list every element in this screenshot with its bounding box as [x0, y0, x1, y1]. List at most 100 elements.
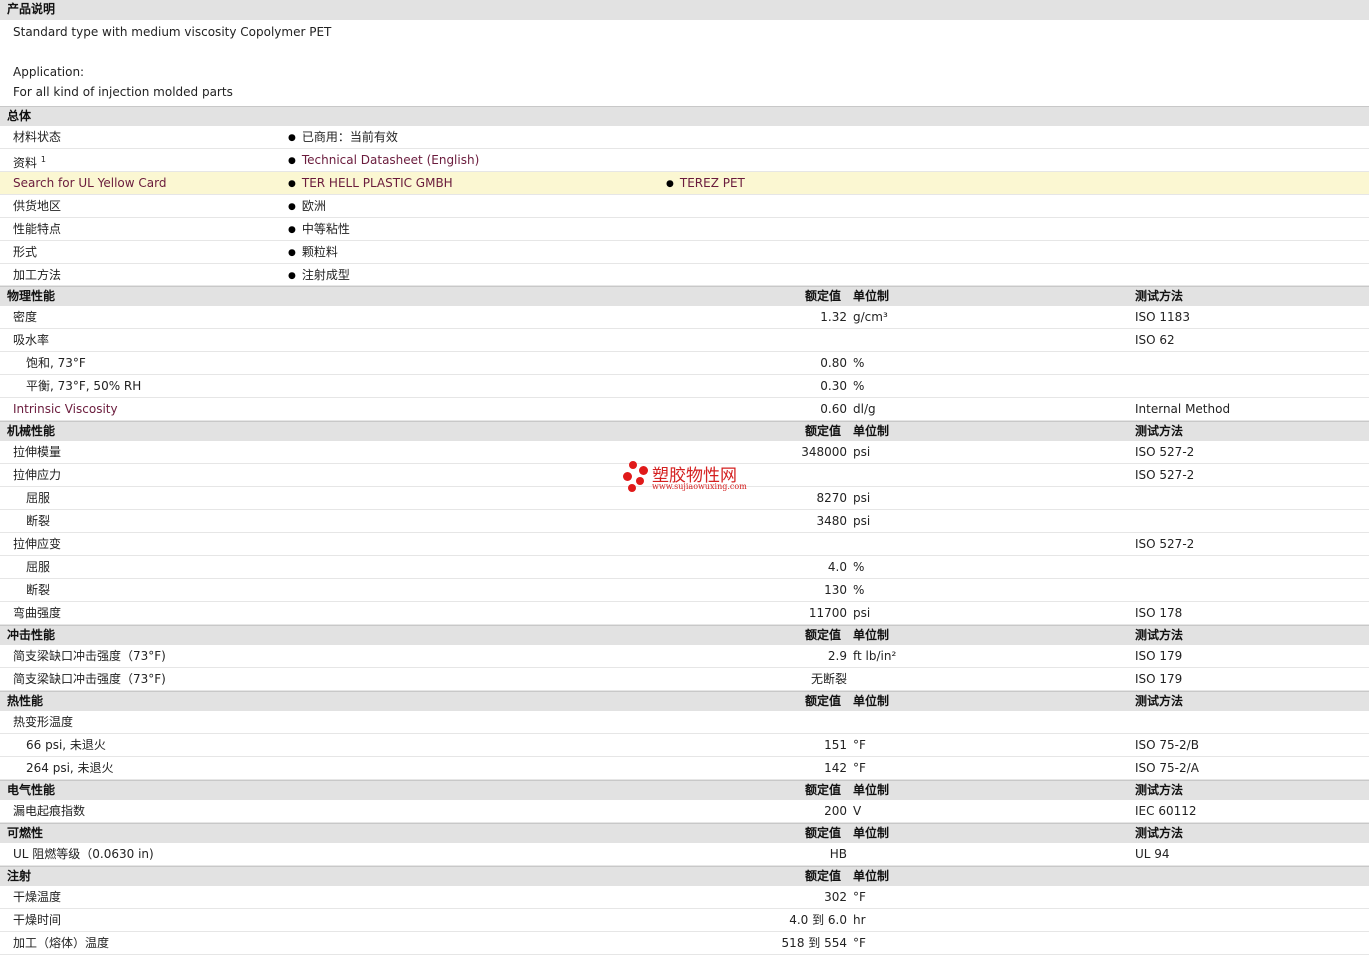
row-label: 加工方法 — [13, 268, 62, 282]
property-row: 屈服 4.0% — [0, 556, 1369, 579]
terez-pet-link[interactable]: TEREZ PET — [680, 176, 745, 190]
description-line — [13, 42, 1356, 62]
property-unit: % — [853, 560, 865, 574]
property-value: 200 — [824, 804, 847, 818]
physical-rows: 密度 1.32 g/cm³ ISO 1183 吸水率 ISO 62 饱和, 73°F 0.80… — [0, 306, 1369, 421]
property-value: 11700 — [808, 606, 847, 620]
row-label: 形式 — [13, 245, 38, 259]
property-row: Intrinsic Viscosity 0.60 dl/g Internal Meth… — [0, 398, 1369, 421]
technical-datasheet-link[interactable]: Technical Datasheet (English) — [302, 153, 479, 167]
row-label: 资料 1 — [13, 155, 46, 170]
impact-rows: 简支梁缺口冲击强度（73°F) 2.9 ft lb/in² ISO 179 简支梁缺口冲… — [0, 645, 1369, 691]
section-general: 总体 — [0, 106, 1369, 126]
ul-yellow-card-label[interactable]: Search for UL Yellow Card — [13, 172, 166, 194]
header-unit: 单位制 — [853, 289, 890, 303]
row-label: 材料状态 — [13, 130, 62, 144]
property-row: 漏电起痕指数 200 V IEC 60112 — [0, 800, 1369, 823]
property-unit: hr — [853, 913, 866, 927]
property-row: 平衡, 73°F, 50% RH 0.30% — [0, 375, 1369, 398]
description-line: Application: — [13, 65, 85, 79]
row-value: ● TER HELL PLASTIC GMBH — [288, 172, 453, 196]
product-description: Standard type with medium viscosity Copo… — [0, 20, 1369, 106]
header-test: 测试方法 — [1135, 694, 1184, 708]
test-method: ISO 527-2 — [1135, 445, 1195, 459]
property-unit: % — [853, 356, 865, 370]
ter-hell-link[interactable]: TER HELL PLASTIC GMBH — [302, 176, 453, 190]
property-row: 密度 1.32 g/cm³ ISO 1183 — [0, 306, 1369, 329]
property-value: 142 — [824, 761, 847, 775]
bullet-icon: ● — [288, 248, 296, 258]
property-unit: g/cm³ — [853, 310, 888, 324]
features-row: 性能特点 ● 中等粘性 — [0, 218, 1369, 241]
property-name: 断裂 — [26, 583, 51, 597]
test-method: Internal Method — [1135, 402, 1231, 416]
property-row: 断裂 130% — [0, 579, 1369, 602]
section-mechanical: 机械性能 额定值 单位制 测试方法 — [0, 421, 1369, 441]
property-unit: dl/g — [853, 402, 876, 416]
section-flammability: 可燃性 额定值 单位制 测试方法 — [0, 823, 1369, 843]
header-unit: 单位制 — [853, 826, 890, 840]
row-value: ● 中等粘性 — [288, 222, 350, 236]
property-name: 密度 — [13, 310, 38, 324]
property-row: 加工（熔体）温度 518 到 554 °F — [0, 932, 1369, 955]
description-line: For all kind of injection molded parts — [13, 85, 233, 99]
header-nominal: 额定值 — [805, 424, 842, 438]
property-row: 断裂 3480 psi — [0, 510, 1369, 533]
property-name: 简支梁缺口冲击强度（73°F) — [13, 672, 166, 686]
row-value: ● 已商用：当前有效 — [288, 130, 398, 144]
property-value: 151 — [824, 738, 847, 752]
property-name: 干燥温度 — [13, 890, 62, 904]
property-row: 干燥温度 302 °F — [0, 886, 1369, 909]
header-unit: 单位制 — [853, 424, 890, 438]
property-unit: °F — [853, 890, 866, 904]
property-value: 4.0 — [827, 560, 847, 574]
property-value: 0.60 — [820, 402, 847, 416]
property-unit: °F — [853, 738, 866, 752]
row-value: ● 颗粒料 — [288, 245, 338, 259]
test-method: ISO 527-2 — [1135, 468, 1195, 482]
property-value: 1.32 — [820, 310, 847, 324]
property-row: 简支梁缺口冲击强度（73°F) 无断裂 ISO 179 — [0, 668, 1369, 691]
property-name: 拉伸应变 — [13, 537, 62, 551]
property-name: Intrinsic Viscosity — [13, 402, 118, 416]
row-value: ● TEREZ PET — [666, 172, 745, 196]
property-row: 拉伸应变 ISO 527-2 — [0, 533, 1369, 556]
header-nominal: 额定值 — [805, 783, 842, 797]
form-row: 形式 ● 颗粒料 — [0, 241, 1369, 264]
electrical-rows: 漏电起痕指数 200 V IEC 60112 — [0, 800, 1369, 823]
row-value: ● 欧洲 — [288, 199, 326, 213]
row-label: 供货地区 — [13, 199, 62, 213]
row-value: ● 注射成型 — [288, 268, 350, 282]
property-row: 简支梁缺口冲击强度（73°F) 2.9 ft lb/in² ISO 179 — [0, 645, 1369, 668]
header-nominal: 额定值 — [805, 694, 842, 708]
section-title: 热性能 — [7, 694, 44, 708]
property-unit: ft lb/in² — [853, 649, 897, 663]
header-nominal: 额定值 — [805, 628, 842, 642]
section-title: 可燃性 — [7, 826, 44, 840]
bullet-icon: ● — [288, 133, 296, 143]
section-title: 产品说明 — [7, 2, 56, 16]
injection-rows: 干燥温度 302 °F 干燥时间 4.0 到 6.0 hr 加工（熔体）温度 518 到 55… — [0, 886, 1369, 955]
section-title: 物理性能 — [7, 289, 56, 303]
bullet-icon: ● — [666, 179, 674, 189]
header-unit: 单位制 — [853, 869, 890, 883]
property-value: 0.30 — [820, 379, 847, 393]
property-value: 0.80 — [820, 356, 847, 370]
section-physical: 物理性能 额定值 单位制 测试方法 — [0, 286, 1369, 306]
property-row: 264 psi, 未退火 142 °F ISO 75-2/A — [0, 757, 1369, 780]
property-name: 断裂 — [26, 514, 51, 528]
header-unit: 单位制 — [853, 694, 890, 708]
test-method: ISO 179 — [1135, 649, 1183, 663]
property-value: 302 — [824, 890, 847, 904]
watermark-logo: 塑胶物性网 www.sujiaowuxing.com — [621, 460, 761, 494]
test-method: ISO 178 — [1135, 606, 1183, 620]
property-unit: V — [853, 804, 862, 818]
property-row: 热变形温度 — [0, 711, 1369, 734]
test-method: ISO 75-2/A — [1135, 761, 1199, 775]
bullet-icon: ● — [288, 271, 296, 281]
property-value: 2.9 — [827, 649, 847, 663]
bullet-icon: ● — [288, 202, 296, 212]
property-unit: °F — [853, 761, 866, 775]
header-test: 测试方法 — [1135, 826, 1184, 840]
header-nominal: 额定值 — [805, 826, 842, 840]
